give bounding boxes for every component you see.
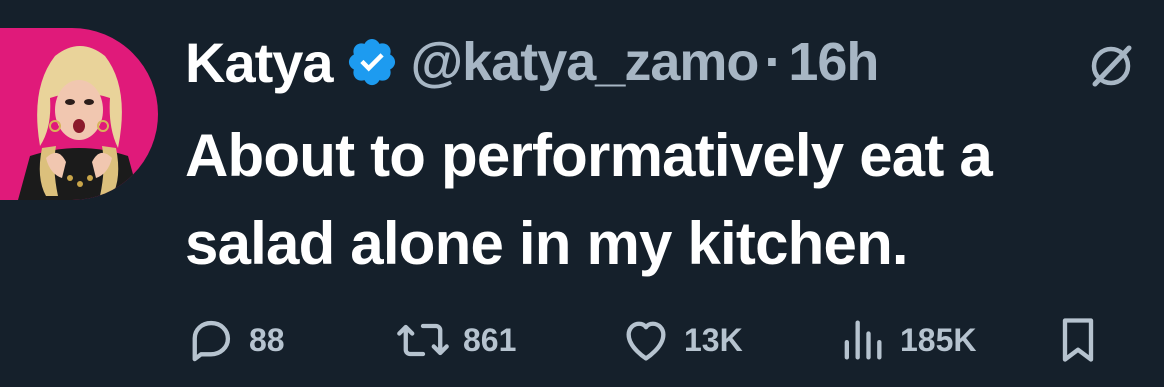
user-handle[interactable]: @katya_zamo	[411, 31, 760, 93]
views-count: 185K	[900, 321, 977, 358]
heart-icon	[626, 321, 666, 361]
avatar-image	[0, 28, 158, 200]
views-button[interactable]: 185K	[836, 312, 977, 368]
tweet[interactable]: Katya @katya_zamo · 16h About to perform…	[0, 0, 1164, 387]
bookmark-icon	[1062, 318, 1094, 362]
avatar[interactable]	[0, 28, 158, 200]
bookmark-button[interactable]	[1056, 312, 1100, 368]
action-bar: 88 861 13K 185K	[0, 312, 1164, 368]
like-button[interactable]: 13K	[620, 312, 743, 368]
verified-badge-icon[interactable]	[345, 35, 399, 89]
reply-count: 88	[249, 321, 285, 358]
retweet-count: 861	[463, 321, 517, 358]
timestamp[interactable]: 16h	[788, 31, 879, 93]
tweet-text-line: About to performatively eat a	[185, 122, 993, 189]
retweet-icon	[397, 323, 449, 357]
tweet-header: Katya @katya_zamo · 16h	[185, 22, 879, 102]
grok-icon[interactable]	[1085, 40, 1137, 92]
display-name[interactable]: Katya	[185, 30, 334, 95]
reply-icon	[192, 320, 231, 362]
retweet-button[interactable]: 861	[395, 312, 516, 368]
separator-dot: ·	[764, 32, 783, 92]
tweet-text-line: salad alone in my kitchen.	[185, 210, 909, 277]
reply-button[interactable]: 88	[185, 312, 285, 368]
views-chart-icon	[844, 320, 882, 360]
tweet-text: About to performatively eat a salad alon…	[185, 112, 1160, 288]
like-count: 13K	[684, 321, 743, 358]
